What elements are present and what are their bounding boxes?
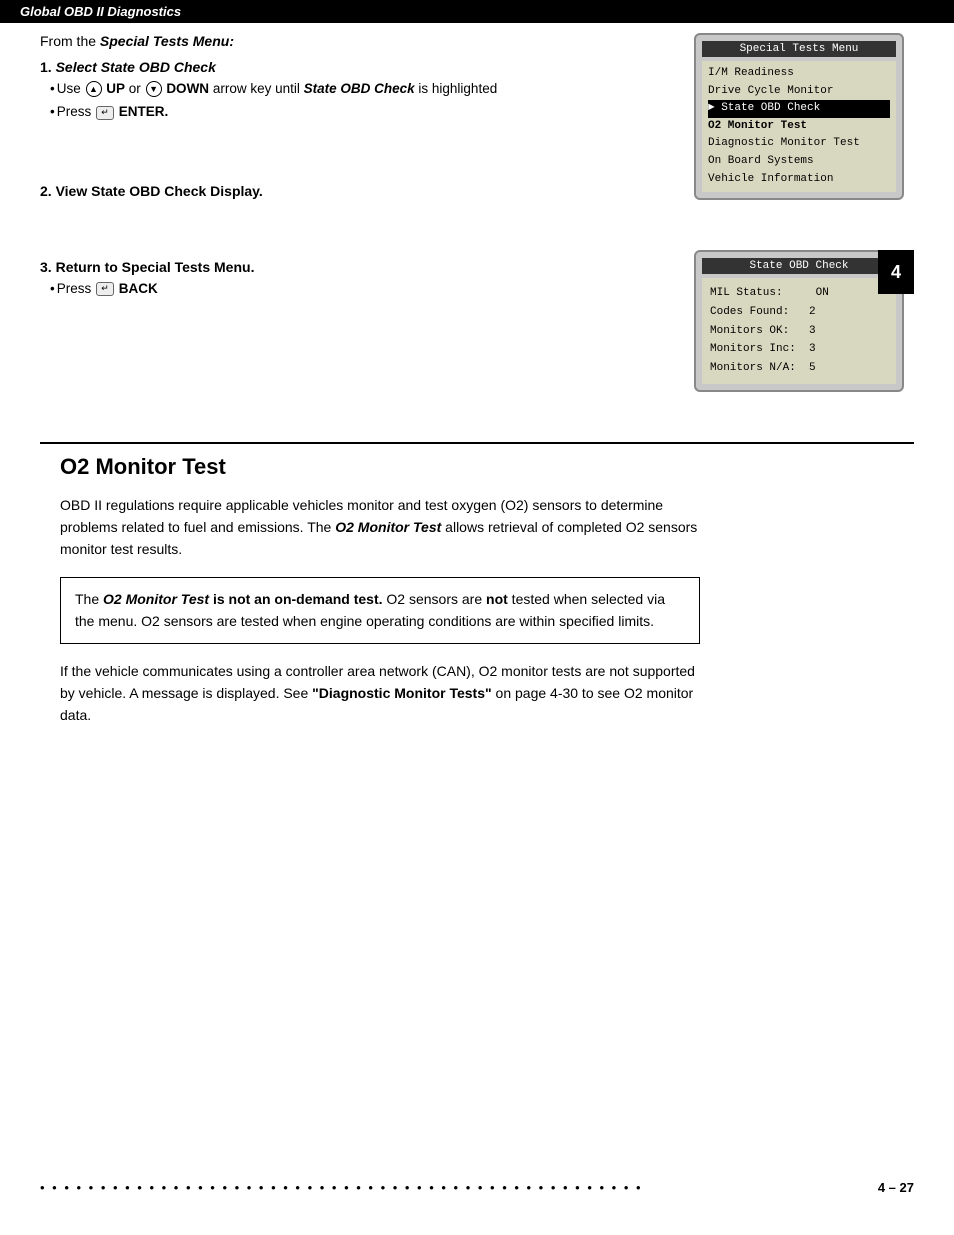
back-icon: ↵ bbox=[96, 282, 114, 296]
tab-badge: 4 bbox=[878, 250, 914, 294]
content-area: From the Special Tests Menu: 1. Select S… bbox=[0, 23, 954, 432]
screen2-row-2: Monitors OK: 3 bbox=[710, 322, 888, 341]
step-1: 1. Select State OBD Check •Use ▲ UP or ▼… bbox=[40, 59, 664, 123]
screen1-title: Special Tests Menu bbox=[702, 41, 896, 57]
screen1-item-2-highlighted: ► State OBD Check bbox=[708, 100, 890, 118]
screen1-item-3: O2 Monitor Test bbox=[708, 120, 807, 132]
bullet-icon: • bbox=[50, 81, 55, 96]
page-container: Global OBD II Diagnostics From the Speci… bbox=[0, 0, 954, 1235]
step-3-bold-title: Return to Special Tests Menu. bbox=[56, 259, 255, 275]
header-bar: Global OBD II Diagnostics bbox=[0, 0, 954, 23]
o2-title: O2 Monitor Test bbox=[60, 454, 914, 480]
screen2-title: State OBD Check bbox=[702, 258, 896, 274]
bullet-icon-3: • bbox=[50, 281, 55, 296]
screen2-row-4: Monitors N/A: 5 bbox=[710, 359, 888, 378]
not-label: not bbox=[486, 591, 508, 607]
o2-monitor-test-label-2: O2 Monitor Test bbox=[103, 591, 209, 607]
screen1-item-1: Drive Cycle Monitor bbox=[708, 85, 833, 97]
screen1-body: I/M Readiness Drive Cycle Monitor ► Stat… bbox=[702, 61, 896, 192]
screen2-row-3: Monitors Inc: 3 bbox=[710, 340, 888, 359]
step-1-bold-title: Select State OBD Check bbox=[56, 59, 216, 75]
special-tests-screen: Special Tests Menu I/M Readiness Drive C… bbox=[694, 33, 904, 200]
back-label: BACK bbox=[119, 281, 158, 296]
o2-note-box: The O2 Monitor Test is not an on-demand … bbox=[60, 577, 700, 644]
screen1-item-6: Vehicle Information bbox=[708, 173, 833, 185]
step-1-detail-1: •Use ▲ UP or ▼ DOWN arrow key until Stat… bbox=[50, 79, 664, 99]
step-2-bold-title: View State OBD Check Display. bbox=[56, 183, 263, 199]
footer: • • • • • • • • • • • • • • • • • • • • … bbox=[0, 1180, 954, 1195]
o2-can-para: If the vehicle communicates using a cont… bbox=[60, 660, 700, 727]
enter-label: ENTER. bbox=[119, 104, 169, 119]
up-label: UP bbox=[106, 81, 125, 96]
from-text: From the Special Tests Menu: bbox=[40, 33, 664, 49]
screen1-item-0: I/M Readiness bbox=[708, 67, 794, 79]
state-obd-screen: State OBD Check MIL Status: ON Codes Fou… bbox=[694, 250, 904, 391]
screen2-body: MIL Status: ON Codes Found: 2 Monitors O… bbox=[702, 278, 896, 383]
screen1-item-4: Diagnostic Monitor Test bbox=[708, 137, 860, 149]
step-3-detail-1: •Press ↵ BACK bbox=[50, 279, 664, 299]
step-3: 3. Return to Special Tests Menu. •Press … bbox=[40, 259, 664, 299]
step-1-detail-2: •Press ↵ ENTER. bbox=[50, 102, 664, 122]
steps-right: Special Tests Menu I/M Readiness Drive C… bbox=[694, 33, 914, 392]
o2-note-text: The O2 Monitor Test is not an on-demand … bbox=[75, 588, 685, 633]
o2-para-1: OBD II regulations require applicable ve… bbox=[60, 494, 700, 561]
screen2-row-1: Codes Found: 2 bbox=[710, 303, 888, 322]
bullet-icon-2: • bbox=[50, 104, 55, 119]
down-label: DOWN bbox=[166, 81, 209, 96]
menu-name-label: Special Tests Menu: bbox=[100, 33, 234, 49]
steps-left: From the Special Tests Menu: 1. Select S… bbox=[40, 33, 674, 392]
step-2-title: 2. View State OBD Check Display. bbox=[40, 183, 664, 199]
footer-dots: • • • • • • • • • • • • • • • • • • • • … bbox=[40, 1180, 643, 1195]
up-arrow-icon: ▲ bbox=[86, 81, 102, 97]
screens-container: State OBD Check MIL Status: ON Codes Fou… bbox=[694, 250, 914, 391]
screen2-row-0: MIL Status: ON bbox=[710, 284, 888, 303]
diagnostic-monitor-tests-link: "Diagnostic Monitor Tests" bbox=[312, 685, 491, 701]
page-number: 4 – 27 bbox=[878, 1180, 914, 1195]
step-1-title: 1. Select State OBD Check bbox=[40, 59, 664, 75]
o2-section: O2 Monitor Test OBD II regulations requi… bbox=[0, 444, 954, 747]
o2-monitor-test-label-1: O2 Monitor Test bbox=[335, 519, 441, 535]
screen1-item-5: On Board Systems bbox=[708, 155, 814, 167]
step-3-title: 3. Return to Special Tests Menu. bbox=[40, 259, 664, 275]
step-2: 2. View State OBD Check Display. bbox=[40, 183, 664, 199]
down-arrow-icon: ▼ bbox=[146, 81, 162, 97]
screen-spacer bbox=[694, 210, 914, 240]
enter-icon: ↵ bbox=[96, 106, 114, 120]
state-obd-label: State OBD Check bbox=[304, 81, 415, 96]
steps-section: From the Special Tests Menu: 1. Select S… bbox=[40, 33, 914, 392]
header-title: Global OBD II Diagnostics bbox=[20, 4, 181, 19]
